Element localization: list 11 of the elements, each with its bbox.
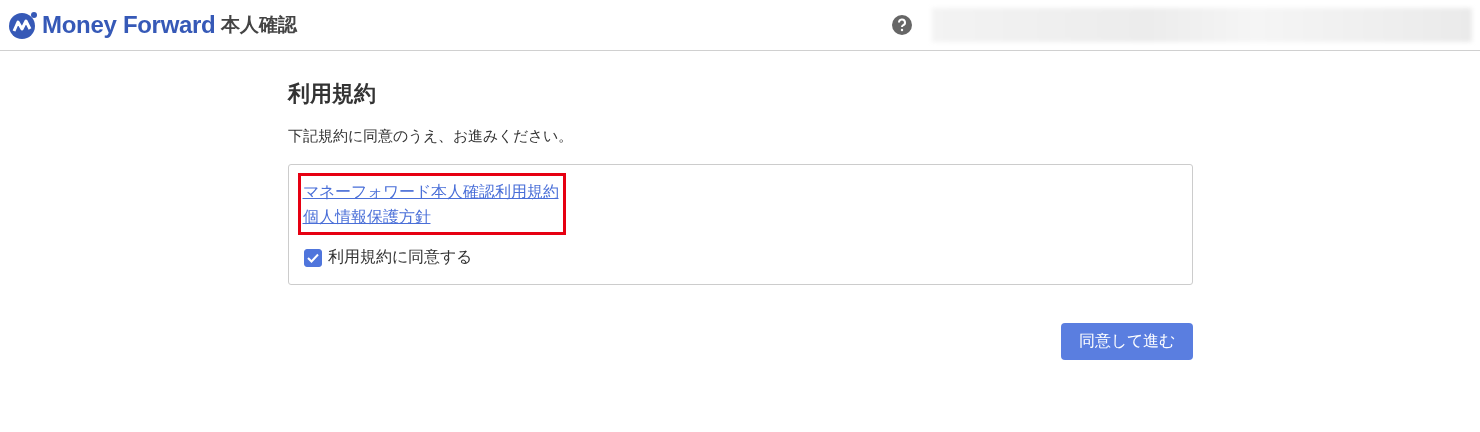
- terms-link[interactable]: マネーフォワード本人確認利用規約: [302, 182, 559, 203]
- terms-link[interactable]: 個人情報保護方針: [302, 207, 559, 228]
- page-title: 利用規約: [287, 80, 377, 108]
- agree-checkbox[interactable]: [303, 248, 322, 267]
- help-icon[interactable]: [892, 15, 912, 35]
- agree-button[interactable]: 同意して進む: [1060, 323, 1193, 360]
- product-name: 本人確認: [221, 12, 298, 37]
- logo-icon: [8, 10, 38, 40]
- checkbox-label: 利用規約に同意する: [327, 247, 472, 268]
- instruction-text: 下記規約に同意のうえ、お進みください。: [287, 127, 574, 146]
- brand-name: Money Forward: [42, 11, 216, 39]
